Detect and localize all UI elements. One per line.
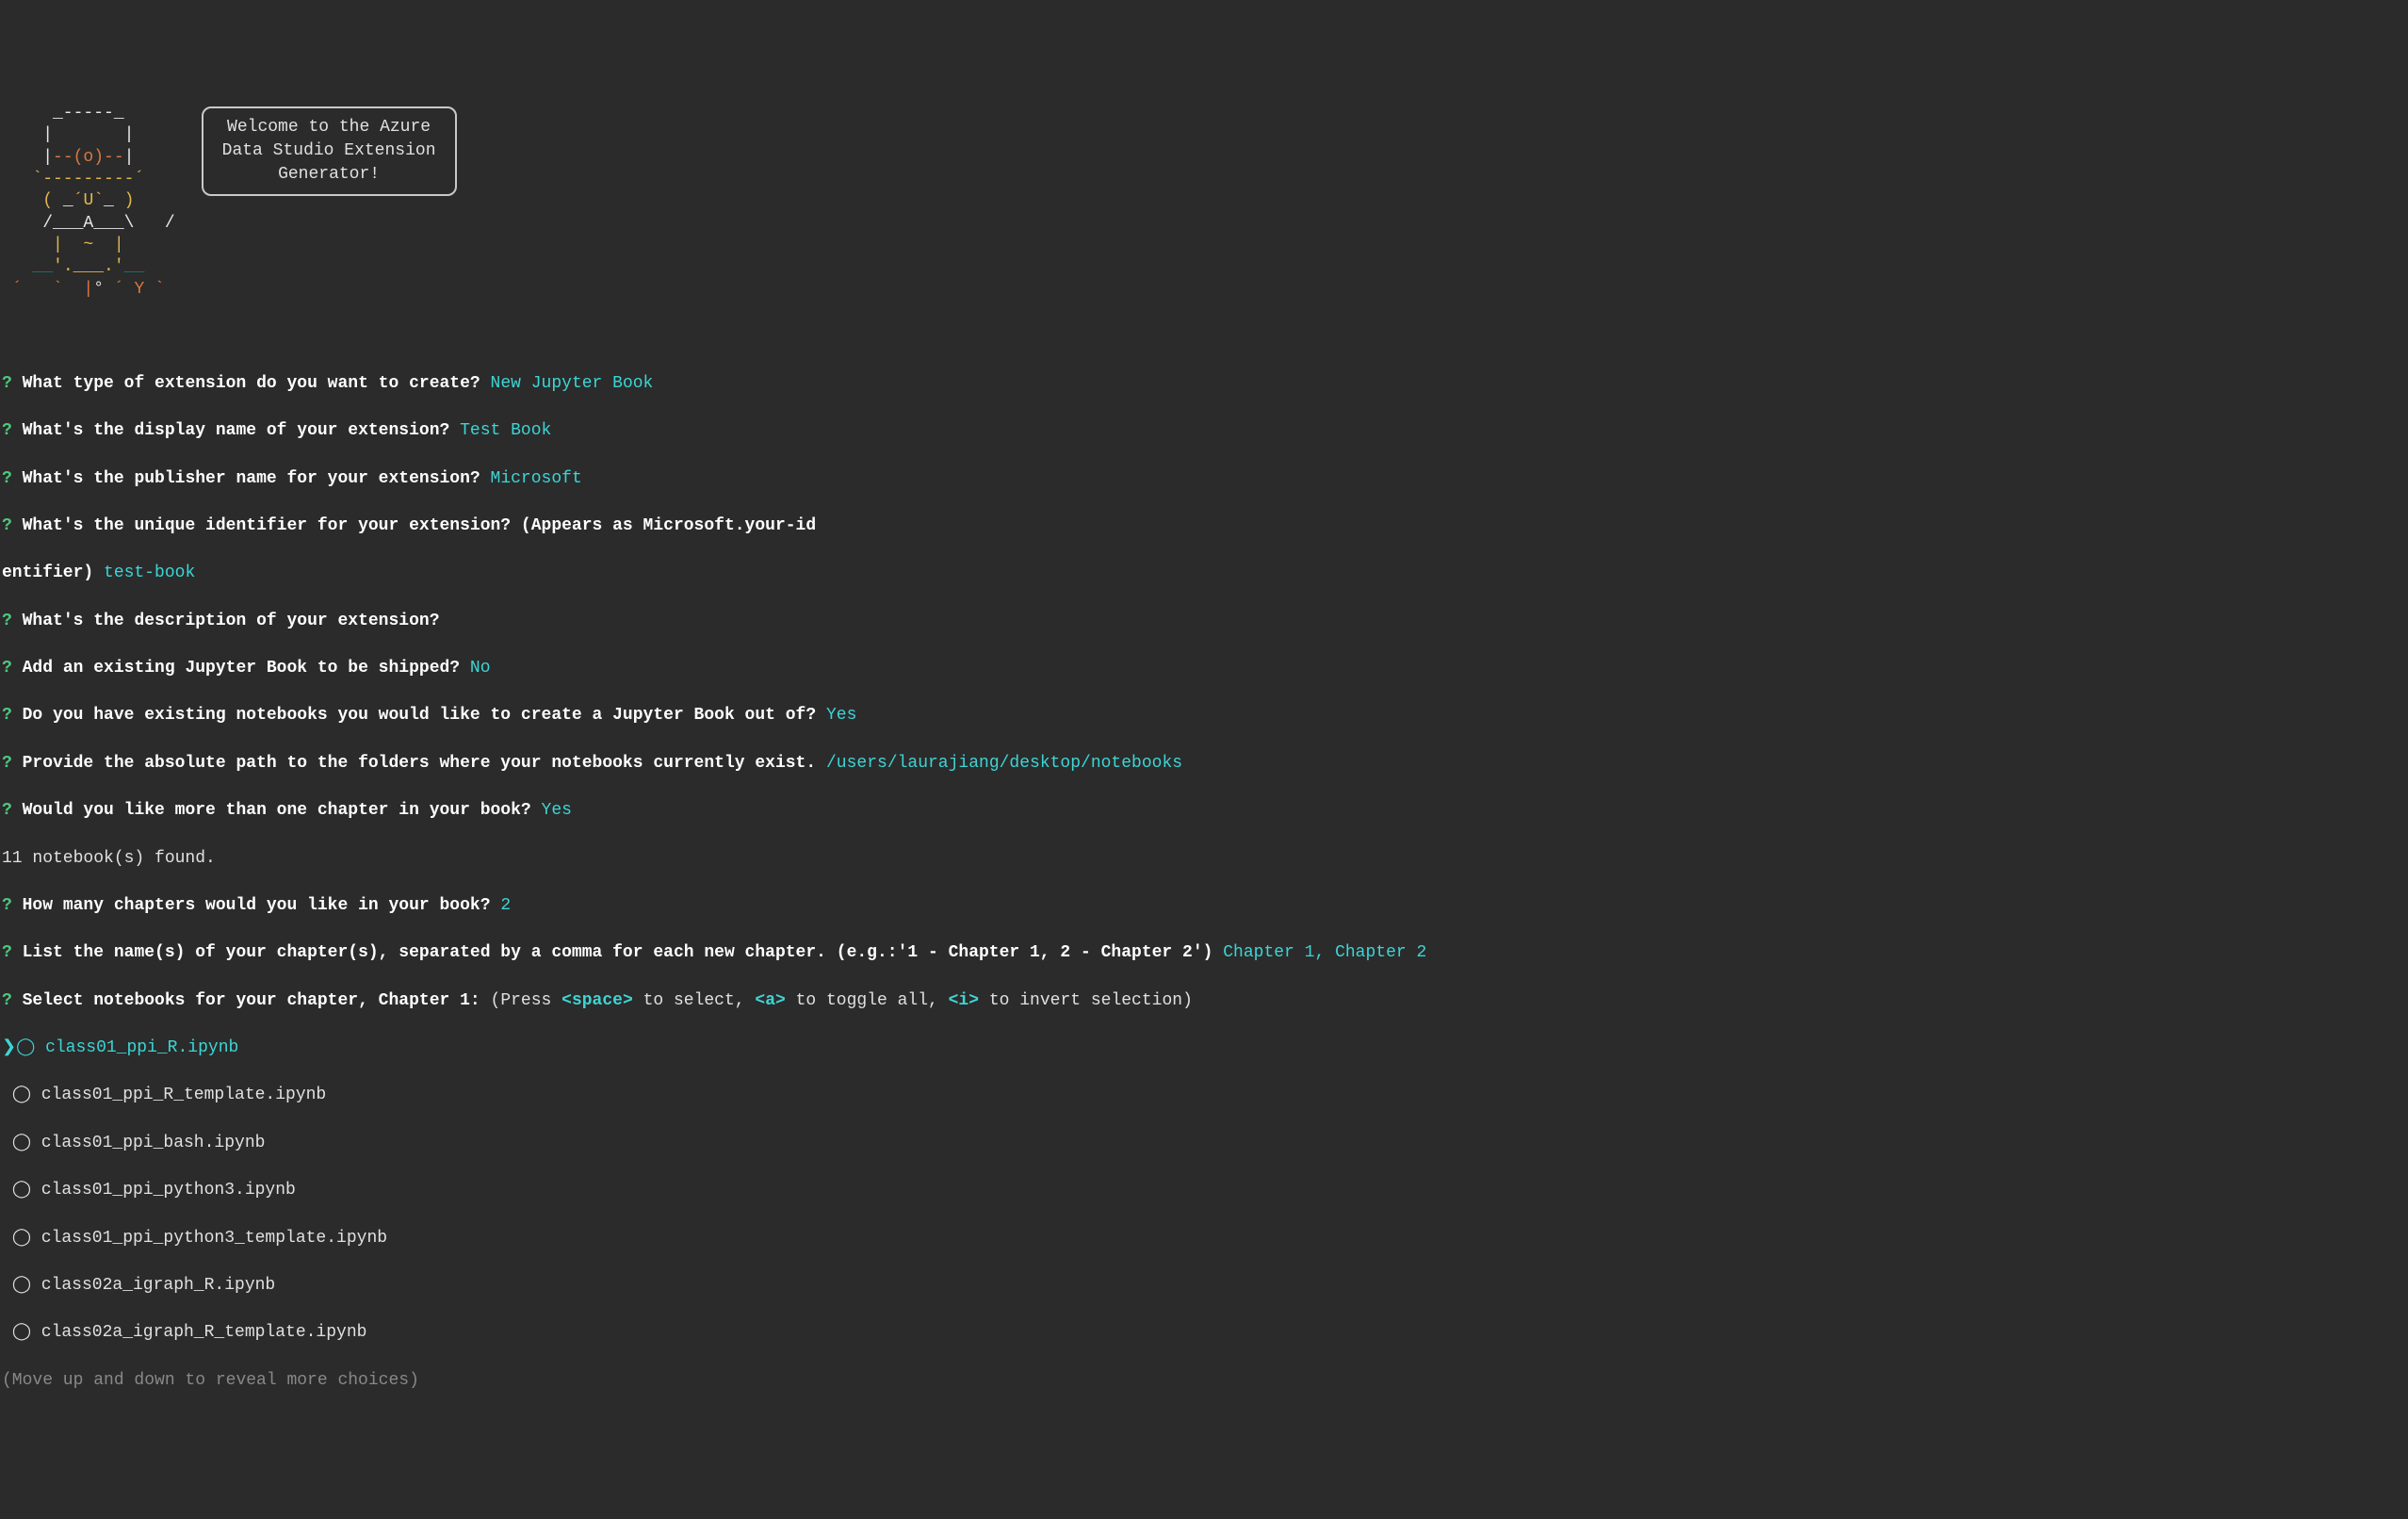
welcome-box: Welcome to the Azure Data Studio Extensi… (202, 106, 457, 197)
prompt-unique-id-cont: entifier) test-book (2, 562, 2406, 585)
prompt-publisher-name: ? What's the publisher name for your ext… (2, 467, 2406, 491)
prompt-description: ? What's the description of your extensi… (2, 610, 2406, 633)
checklist-item[interactable]: ◯ class01_ppi_R_template.ipynb (2, 1084, 2406, 1107)
checkbox-icon: ◯ (16, 1038, 35, 1057)
checklist-item[interactable]: ◯ class01_ppi_bash.ipynb (2, 1132, 2406, 1155)
welcome-line-1: Welcome to the Azure (227, 118, 431, 137)
prompt-chapter-count: ? How many chapters would you like in yo… (2, 894, 2406, 918)
checklist-item-selected[interactable]: ❯◯ class01_ppi_R.ipynb (2, 1037, 2406, 1060)
checkbox-icon: ◯ (12, 1181, 31, 1200)
prompt-unique-id: ? What's the unique identifier for your … (2, 514, 2406, 538)
notebooks-found: 11 notebook(s) found. (2, 847, 2406, 871)
welcome-line-2: Data Studio Extension (222, 141, 436, 160)
cursor-icon: ❯ (2, 1038, 16, 1057)
move-hint: (Move up and down to reveal more choices… (2, 1369, 2406, 1393)
checklist-item[interactable]: ◯ class02a_igraph_R.ipynb (2, 1274, 2406, 1298)
welcome-line-3: Generator! (278, 165, 380, 184)
prompt-display-name: ? What's the display name of your extens… (2, 419, 2406, 443)
checkbox-icon: ◯ (12, 1086, 31, 1104)
checkbox-icon: ◯ (12, 1134, 31, 1152)
prompt-more-chapters: ? Would you like more than one chapter i… (2, 799, 2406, 823)
header: _-----_ | | |--(o)--| `---------´ ( _´U`… (2, 103, 2406, 302)
checklist-item[interactable]: ◯ class01_ppi_python3_template.ipynb (2, 1227, 2406, 1250)
prompt-existing-book: ? Add an existing Jupyter Book to be shi… (2, 657, 2406, 680)
prompt-absolute-path: ? Provide the absolute path to the folde… (2, 752, 2406, 776)
checklist-item[interactable]: ◯ class02a_igraph_R_template.ipynb (2, 1321, 2406, 1345)
checkbox-icon: ◯ (12, 1323, 31, 1342)
prompt-existing-notebooks: ? Do you have existing notebooks you wou… (2, 704, 2406, 727)
checklist-item[interactable]: ◯ class01_ppi_python3.ipynb (2, 1179, 2406, 1202)
ascii-mascot: _-----_ | | |--(o)--| `---------´ ( _´U`… (2, 103, 175, 302)
prompt-extension-type: ? What type of extension do you want to … (2, 372, 2406, 396)
blank-line (2, 324, 2406, 348)
prompt-chapter-names: ? List the name(s) of your chapter(s), s… (2, 941, 2406, 965)
prompt-select-notebooks[interactable]: ? Select notebooks for your chapter, Cha… (2, 989, 2406, 1013)
checkbox-icon: ◯ (12, 1276, 31, 1295)
checkbox-icon: ◯ (12, 1229, 31, 1248)
